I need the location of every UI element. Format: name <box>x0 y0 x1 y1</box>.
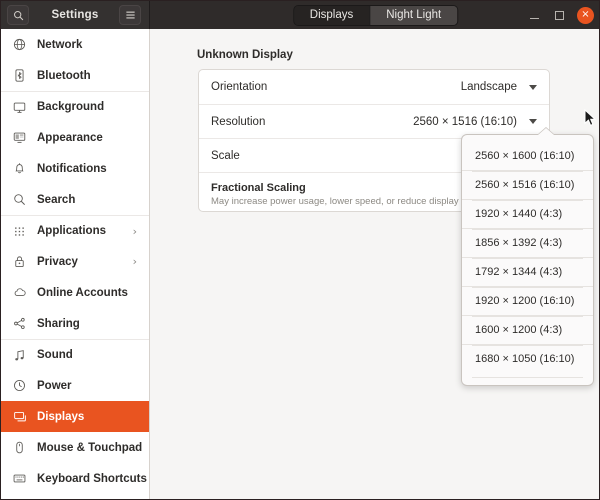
titlebar: Settings Displays Night Light × <box>1 1 599 29</box>
popup-arrow <box>538 128 554 135</box>
window-controls: × <box>527 6 594 24</box>
sidebar-item-mouse-touchpad[interactable]: Mouse & Touchpad <box>1 432 149 463</box>
sidebar-item-notifications[interactable]: Notifications <box>1 153 149 184</box>
settings-window: Settings Displays Night Light × Network … <box>0 0 600 500</box>
resolution-option[interactable]: 1792 × 1344 (4:3) <box>462 257 593 286</box>
resolution-option[interactable]: 1920 × 1440 (4:3) <box>462 199 593 228</box>
resolution-value: 2560 × 1516 (16:10) <box>413 115 517 128</box>
sidebar-item-background[interactable]: Background <box>1 91 149 122</box>
view-switcher: Displays Night Light <box>292 4 459 26</box>
tab-night-light[interactable]: Night Light <box>369 5 458 25</box>
sidebar-item-label: Power <box>37 379 72 392</box>
minimize-icon <box>529 12 539 19</box>
orientation-value: Landscape <box>460 81 517 93</box>
sidebar-item-label: Bluetooth <box>37 69 91 82</box>
chevron-right-icon: › <box>132 224 137 238</box>
maximize-button[interactable] <box>552 8 566 22</box>
sidebar-item-online-accounts[interactable]: Online Accounts <box>1 277 149 308</box>
resolution-dropdown-popup: 2560 × 1600 (16:10) 2560 × 1516 (16:10) … <box>461 127 594 386</box>
lock-icon <box>11 254 28 270</box>
sidebar-item-label: Network <box>37 38 83 51</box>
page-title: Unknown Display <box>197 49 293 61</box>
sidebar-item-sound[interactable]: Sound <box>1 339 149 370</box>
resolution-option[interactable]: 1600 × 1200 (4:3) <box>462 315 593 344</box>
sidebar-item-displays[interactable]: Displays <box>1 401 149 432</box>
sidebar-item-sharing[interactable]: Sharing <box>1 308 149 339</box>
sidebar-item-label: Search <box>37 193 76 206</box>
titlebar-sidebar-area: Settings <box>1 1 150 29</box>
titlebar-main-area: Displays Night Light × <box>150 1 599 29</box>
sidebar-item-privacy[interactable]: Privacy › <box>1 246 149 277</box>
monitor-icon <box>11 99 28 115</box>
sidebar-item-label: Keyboard Shortcuts <box>37 472 147 485</box>
sidebar-item-power[interactable]: Power <box>1 370 149 401</box>
main-menu-button[interactable] <box>119 5 141 25</box>
sidebar-item-label: Online Accounts <box>37 286 128 299</box>
sidebar-item-label: Notifications <box>37 162 107 175</box>
minimize-button[interactable] <box>527 8 541 22</box>
hamburger-menu-icon <box>125 11 135 19</box>
sidebar-item-label: Mouse & Touchpad <box>37 441 143 454</box>
displays-icon <box>11 409 28 425</box>
search-icon <box>13 10 23 20</box>
resolution-label: Resolution <box>211 115 266 128</box>
sidebar-item-appearance[interactable]: Appearance <box>1 122 149 153</box>
sidebar-item-label: Privacy <box>37 255 78 268</box>
search-icon <box>11 192 28 208</box>
chevron-right-icon: › <box>132 255 137 268</box>
resolution-option[interactable]: 1856 × 1392 (4:3) <box>462 228 593 257</box>
resolution-row[interactable]: Resolution 2560 × 1516 (16:10) <box>199 104 549 138</box>
bluetooth-icon <box>11 68 28 84</box>
sidebar-item-label: Sharing <box>37 317 80 330</box>
sidebar-item-label: Appearance <box>37 131 103 144</box>
appearance-icon <box>11 130 28 146</box>
chevron-down-icon[interactable] <box>529 119 537 124</box>
popup-bottom-divider <box>472 377 583 378</box>
resolution-option[interactable]: 1680 × 1050 (16:10) <box>462 344 593 373</box>
keyboard-icon <box>11 471 28 487</box>
fractional-scaling-label: Fractional Scaling <box>211 182 306 194</box>
maximize-icon <box>554 10 564 20</box>
music-note-icon <box>11 347 28 363</box>
sidebar: Network Bluetooth Background Appearance <box>1 29 150 499</box>
sidebar-item-printers[interactable]: Printers <box>1 494 149 499</box>
sidebar-item-bluetooth[interactable]: Bluetooth <box>1 60 149 91</box>
power-icon <box>11 378 28 394</box>
share-icon <box>11 316 28 332</box>
close-button[interactable]: × <box>577 6 594 24</box>
sidebar-item-label: Background <box>37 101 105 113</box>
orientation-label: Orientation <box>211 81 268 93</box>
bell-icon <box>11 161 28 177</box>
sidebar-item-search[interactable]: Search <box>1 184 149 215</box>
sidebar-item-label: Applications <box>37 225 107 237</box>
resolution-option[interactable]: 1920 × 1200 (16:10) <box>462 286 593 315</box>
sidebar-item-label: Displays <box>37 410 85 423</box>
sidebar-item-network[interactable]: Network <box>1 29 149 60</box>
cloud-icon <box>11 285 28 301</box>
resolution-option[interactable]: 2560 × 1516 (16:10) <box>462 170 593 199</box>
resolution-option[interactable]: 2560 × 1600 (16:10) <box>462 141 593 170</box>
scale-label: Scale <box>211 149 240 162</box>
sidebar-item-applications[interactable]: Applications › <box>1 215 149 246</box>
mouse-icon <box>11 440 28 456</box>
globe-icon <box>11 37 28 53</box>
grid-icon <box>11 223 28 239</box>
search-button[interactable] <box>7 5 29 25</box>
sidebar-item-keyboard-shortcuts[interactable]: Keyboard Shortcuts <box>1 463 149 494</box>
sidebar-item-label: Sound <box>37 349 73 361</box>
main-content: Unknown Display Orientation Landscape Re… <box>151 29 599 499</box>
orientation-row[interactable]: Orientation Landscape <box>199 70 549 104</box>
tab-displays[interactable]: Displays <box>293 5 370 25</box>
chevron-down-icon[interactable] <box>529 84 537 90</box>
